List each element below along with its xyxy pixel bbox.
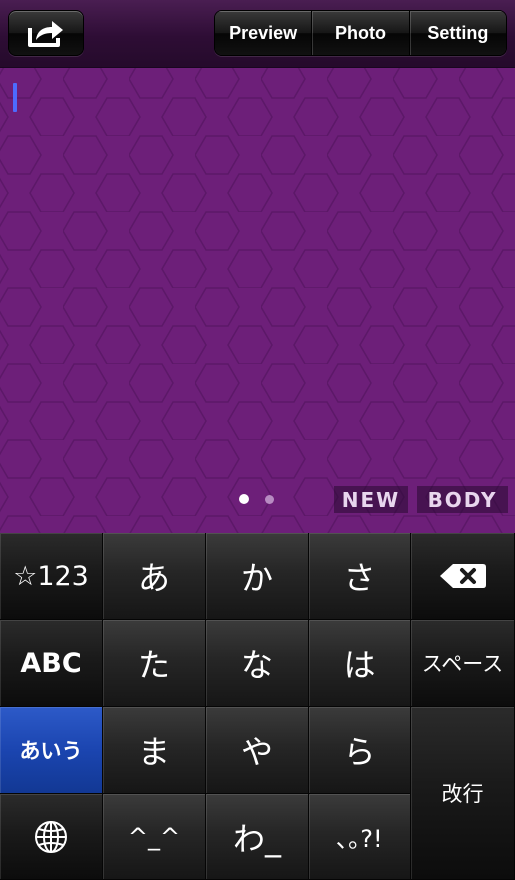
backspace-icon bbox=[439, 564, 486, 588]
key-sa[interactable]: さ bbox=[309, 533, 411, 620]
symbol-number-key[interactable]: ☆123 bbox=[0, 533, 103, 620]
key-ma[interactable]: ま bbox=[103, 707, 206, 794]
key-na[interactable]: な bbox=[206, 620, 309, 707]
preview-button[interactable]: Preview bbox=[215, 11, 312, 55]
share-arrow-icon bbox=[28, 21, 63, 47]
punctuation-key[interactable]: ､｡?! bbox=[309, 794, 411, 880]
key-ta[interactable]: た bbox=[103, 620, 206, 707]
key-wa[interactable]: わ_ bbox=[206, 794, 309, 880]
key-ka[interactable]: か bbox=[206, 533, 309, 620]
page-indicator[interactable] bbox=[239, 494, 274, 504]
kana-mode-key[interactable]: あいう bbox=[0, 707, 103, 794]
japanese-flick-keyboard: ☆123 あ か さ ABC た な は スペース あいう ま や ら 改行 ^… bbox=[0, 533, 515, 880]
view-segmented-control: Preview Photo Setting bbox=[214, 10, 507, 56]
emoticon-key[interactable]: ^_^ bbox=[103, 794, 206, 880]
share-button[interactable] bbox=[8, 10, 84, 56]
text-cursor bbox=[13, 83, 17, 112]
globe-key[interactable] bbox=[0, 794, 103, 880]
abc-key[interactable]: ABC bbox=[0, 620, 103, 707]
page-dot bbox=[265, 495, 274, 504]
page-dot-active bbox=[239, 494, 249, 504]
photo-button[interactable]: Photo bbox=[311, 11, 409, 55]
setting-button[interactable]: Setting bbox=[408, 11, 506, 55]
key-ya[interactable]: や bbox=[206, 707, 309, 794]
text-editor-area[interactable]: NEW BODY bbox=[0, 68, 515, 533]
new-tag[interactable]: NEW bbox=[334, 486, 408, 513]
backspace-key[interactable] bbox=[411, 533, 515, 620]
space-key[interactable]: スペース bbox=[411, 620, 515, 707]
return-key[interactable]: 改行 bbox=[411, 707, 515, 880]
key-a[interactable]: あ bbox=[103, 533, 206, 620]
body-tag[interactable]: BODY bbox=[417, 486, 508, 513]
key-ha[interactable]: は bbox=[309, 620, 411, 707]
hexagon-pattern-background bbox=[0, 68, 515, 533]
top-toolbar: Preview Photo Setting bbox=[0, 0, 515, 68]
key-ra[interactable]: ら bbox=[309, 707, 411, 794]
globe-icon bbox=[35, 820, 67, 853]
